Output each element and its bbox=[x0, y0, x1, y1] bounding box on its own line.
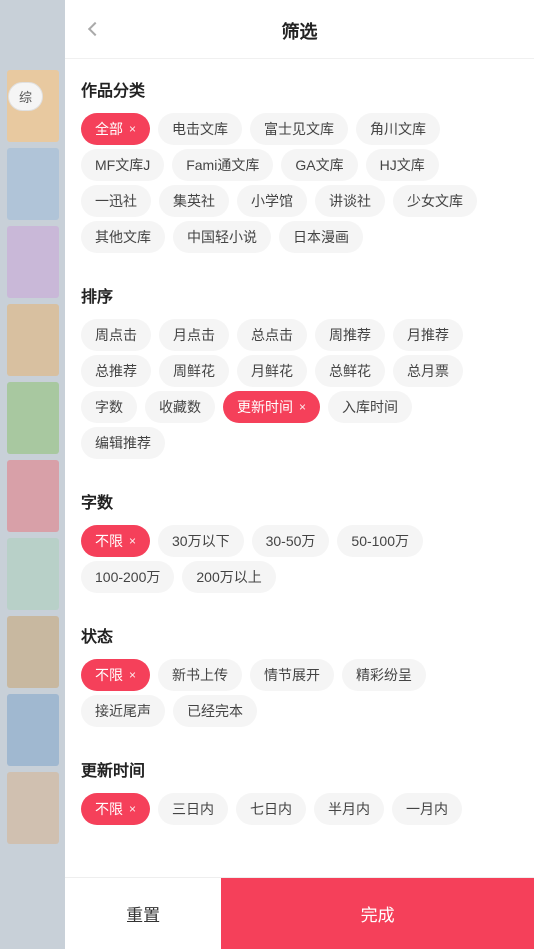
tag-小学馆[interactable]: 小学馆 bbox=[237, 185, 307, 217]
tag-其他文库[interactable]: 其他文库 bbox=[81, 221, 165, 253]
tag-周点击[interactable]: 周点击 bbox=[81, 319, 151, 351]
tag-30-50万[interactable]: 30-50万 bbox=[252, 525, 330, 557]
section-title-update_time: 更新时间 bbox=[81, 757, 518, 781]
tag-三日内[interactable]: 三日内 bbox=[158, 793, 228, 825]
tag-100-200万[interactable]: 100-200万 bbox=[81, 561, 174, 593]
tag-row-sort-1: 总推荐周鲜花月鲜花总鲜花总月票 bbox=[81, 355, 518, 387]
reset-button[interactable]: 重置 bbox=[65, 878, 221, 949]
tag-50-100万[interactable]: 50-100万 bbox=[337, 525, 423, 557]
tag-不限[interactable]: 不限× bbox=[81, 525, 150, 557]
back-icon bbox=[88, 22, 102, 36]
tag-周推荐[interactable]: 周推荐 bbox=[315, 319, 385, 351]
tag-角川文库[interactable]: 角川文库 bbox=[356, 113, 440, 145]
filter-header: 筛选 bbox=[65, 0, 534, 59]
tag-接近尾声[interactable]: 接近尾声 bbox=[81, 695, 165, 727]
tag-日本漫画[interactable]: 日本漫画 bbox=[279, 221, 363, 253]
tag-总月票[interactable]: 总月票 bbox=[393, 355, 463, 387]
tag-已经完本[interactable]: 已经完本 bbox=[173, 695, 257, 727]
tag-月推荐[interactable]: 月推荐 bbox=[393, 319, 463, 351]
tag-全部[interactable]: 全部× bbox=[81, 113, 150, 145]
section-update_time: 更新时间不限×三日内七日内半月内一月内 bbox=[81, 739, 518, 837]
section-title-wordcount: 字数 bbox=[81, 489, 518, 513]
section-wordcount: 字数不限×30万以下30-50万50-100万 100-200万200万以上 bbox=[81, 471, 518, 605]
section-title-status: 状态 bbox=[81, 623, 518, 647]
tag-200万以上[interactable]: 200万以上 bbox=[182, 561, 275, 593]
tag-row-category-3: 其他文库中国轻小说日本漫画 bbox=[81, 221, 518, 253]
tag-新书上传[interactable]: 新书上传 bbox=[158, 659, 242, 691]
section-sort: 排序周点击月点击总点击周推荐月推荐总推荐周鲜花月鲜花总鲜花总月票字数收藏数更新时… bbox=[81, 265, 518, 471]
tag-周鲜花[interactable]: 周鲜花 bbox=[159, 355, 229, 387]
close-icon: × bbox=[299, 400, 306, 414]
tag-更新时间[interactable]: 更新时间× bbox=[223, 391, 320, 423]
tag-MF文库J[interactable]: MF文库J bbox=[81, 149, 164, 181]
tag-电击文库[interactable]: 电击文库 bbox=[158, 113, 242, 145]
filter-content: 作品分类全部×电击文库富士见文库角川文库 MF文库JFami通文库GA文库 HJ文库… bbox=[65, 59, 534, 877]
close-icon: × bbox=[129, 534, 136, 548]
tag-情节展开[interactable]: 情节展开 bbox=[250, 659, 334, 691]
tag-row-wordcount-0: 不限×30万以下30-50万50-100万 bbox=[81, 525, 518, 557]
tag-row-sort-0: 周点击月点击总点击周推荐月推荐 bbox=[81, 319, 518, 351]
tag-30万以下[interactable]: 30万以下 bbox=[158, 525, 244, 557]
tag-row-category-2: 一迅社集英社小学馆讲谈社少女文库 bbox=[81, 185, 518, 217]
tag-row-sort-2: 字数收藏数更新时间×入库时间 bbox=[81, 391, 518, 423]
tag-总鲜花[interactable]: 总鲜花 bbox=[315, 355, 385, 387]
filter-panel: 筛选 作品分类全部×电击文库富士见文库角川文库 MF文库JFami通文库GA文库 H… bbox=[65, 0, 534, 949]
tag-入库时间[interactable]: 入库时间 bbox=[328, 391, 412, 423]
section-category: 作品分类全部×电击文库富士见文库角川文库 MF文库JFami通文库GA文库 HJ文库… bbox=[81, 59, 518, 265]
close-icon: × bbox=[129, 668, 136, 682]
tag-row-status-0: 不限×新书上传情节展开精彩纷呈 bbox=[81, 659, 518, 691]
section-title-sort: 排序 bbox=[81, 283, 518, 307]
tag-集英社[interactable]: 集英社 bbox=[159, 185, 229, 217]
zong-chip[interactable]: 综 bbox=[8, 82, 43, 111]
tag-半月内[interactable]: 半月内 bbox=[314, 793, 384, 825]
tag-月点击[interactable]: 月点击 bbox=[159, 319, 229, 351]
header-title: 筛选 bbox=[282, 18, 318, 44]
tag-不限[interactable]: 不限× bbox=[81, 793, 150, 825]
tag-收藏数[interactable]: 收藏数 bbox=[145, 391, 215, 423]
tag-row-sort-3: 编辑推荐 bbox=[81, 427, 518, 459]
tag-row-category-1: MF文库JFami通文库GA文库 HJ文库 bbox=[81, 149, 518, 181]
tag-row-category-0: 全部×电击文库富士见文库角川文库 bbox=[81, 113, 518, 145]
tag-row-wordcount-1: 100-200万200万以上 bbox=[81, 561, 518, 593]
tag-讲谈社[interactable]: 讲谈社 bbox=[315, 185, 385, 217]
footer: 重置 完成 bbox=[65, 877, 534, 949]
tag-GA文库[interactable]: GA文库 bbox=[281, 149, 357, 181]
confirm-button[interactable]: 完成 bbox=[221, 878, 534, 949]
tag-一月内[interactable]: 一月内 bbox=[392, 793, 462, 825]
tag-row-status-1: 接近尾声已经完本 bbox=[81, 695, 518, 727]
tag-HJ文库[interactable]: HJ文库 bbox=[366, 149, 439, 181]
left-panel bbox=[0, 0, 65, 949]
tag-精彩纷呈[interactable]: 精彩纷呈 bbox=[342, 659, 426, 691]
tag-少女文库[interactable]: 少女文库 bbox=[393, 185, 477, 217]
tag-Fami通文库[interactable]: Fami通文库 bbox=[172, 149, 273, 181]
tag-字数[interactable]: 字数 bbox=[81, 391, 137, 423]
tag-总点击[interactable]: 总点击 bbox=[237, 319, 307, 351]
tag-一迅社[interactable]: 一迅社 bbox=[81, 185, 151, 217]
tag-总推荐[interactable]: 总推荐 bbox=[81, 355, 151, 387]
section-status: 状态不限×新书上传情节展开精彩纷呈接近尾声已经完本 bbox=[81, 605, 518, 739]
back-button[interactable] bbox=[81, 15, 109, 43]
close-icon: × bbox=[129, 802, 136, 816]
tag-row-update_time-0: 不限×三日内七日内半月内一月内 bbox=[81, 793, 518, 825]
tag-月鲜花[interactable]: 月鲜花 bbox=[237, 355, 307, 387]
close-icon: × bbox=[129, 122, 136, 136]
section-title-category: 作品分类 bbox=[81, 77, 518, 101]
tag-七日内[interactable]: 七日内 bbox=[236, 793, 306, 825]
tag-不限[interactable]: 不限× bbox=[81, 659, 150, 691]
tag-富士见文库[interactable]: 富士见文库 bbox=[250, 113, 348, 145]
tag-中国轻小说[interactable]: 中国轻小说 bbox=[173, 221, 271, 253]
tag-编辑推荐[interactable]: 编辑推荐 bbox=[81, 427, 165, 459]
